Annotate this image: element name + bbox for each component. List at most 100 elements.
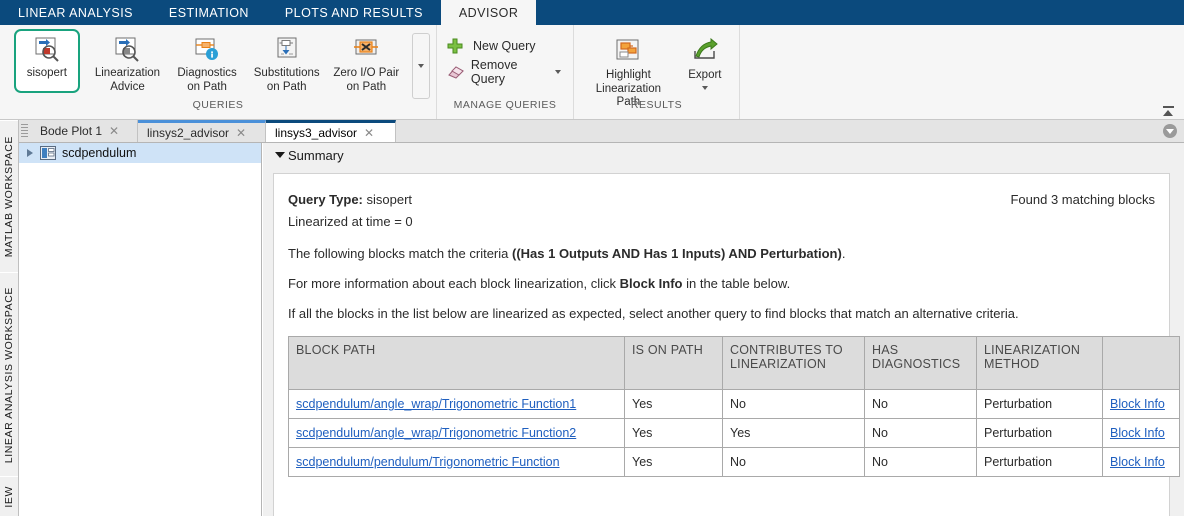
alternative-criteria-paragraph: If all the blocks in the list below are …: [288, 306, 1019, 321]
ribbon: sisopert Linearization Advice Diagnostic…: [0, 25, 1184, 120]
cell-is-on-path: Yes: [624, 389, 723, 419]
tab-advisor-label: ADVISOR: [458, 5, 519, 20]
export-button[interactable]: Export: [677, 31, 733, 94]
close-icon[interactable]: ✕: [236, 126, 246, 140]
close-icon[interactable]: ✕: [109, 124, 119, 138]
ribbon-group-results-title: RESULTS: [630, 99, 683, 111]
results-buttons: Highlight Linearization Path Export: [574, 25, 739, 108]
new-query-label: New Query: [473, 39, 536, 53]
sidebar-item-view-label: IEW: [3, 486, 15, 508]
column-header-is-on-path[interactable]: IS ON PATH: [624, 336, 723, 390]
block-info-paragraph-post: in the table below.: [682, 276, 791, 291]
tree-item-scdpendulum-label: scdpendulum: [62, 146, 137, 160]
query-button-linearization-advice[interactable]: Linearization Advice: [88, 29, 168, 98]
simulink-model-icon: [40, 146, 56, 160]
tab-overflow-triangle: [1166, 128, 1174, 134]
close-icon[interactable]: ✕: [364, 126, 374, 140]
summary-section-header[interactable]: Summary: [263, 143, 1184, 167]
doc-tab-bode-plot-1[interactable]: Bode Plot 1 ✕: [31, 120, 138, 142]
query-button-zero-io-pair-on-path[interactable]: Zero I/O Pair on Path: [327, 29, 407, 98]
linearization-advice-icon: [113, 36, 141, 62]
block-path-link[interactable]: scdpendulum/angle_wrap/Trigonometric Fun…: [296, 426, 576, 440]
column-header-contributes-to-linearization[interactable]: CONTRIBUTES TO LINEARIZATION: [722, 336, 865, 390]
cell-is-on-path: Yes: [624, 447, 723, 477]
eraser-icon: [447, 64, 467, 80]
query-button-zero-io-pair-on-path-label: Zero I/O Pair on Path: [333, 67, 400, 93]
queries-overflow-button[interactable]: [412, 33, 431, 99]
cell-contributes: No: [722, 447, 865, 477]
ribbon-groups: sisopert Linearization Advice Diagnostic…: [0, 25, 740, 119]
column-header-actions[interactable]: [1102, 336, 1180, 390]
query-type-row: Query Type: sisopert Found 3 matching bl…: [288, 192, 1155, 207]
block-info-paragraph-pre: For more information about each block li…: [288, 276, 620, 291]
sidebar-item-linear-analysis-workspace[interactable]: LINEAR ANALYSIS WORKSPACE: [0, 272, 18, 478]
query-button-diagnostics-on-path[interactable]: Diagnostics on Path: [167, 29, 247, 98]
summary-card: Query Type: sisopert Found 3 matching bl…: [273, 173, 1180, 516]
cell-linearization-method: Perturbation: [976, 418, 1103, 448]
substitutions-on-path-icon: [273, 36, 301, 62]
cell-is-on-path: Yes: [624, 418, 723, 448]
table-row[interactable]: scdpendulum/pendulum/Trigonometric Funct…: [288, 447, 1180, 477]
tab-plots-and-results[interactable]: PLOTS AND RESULTS: [267, 0, 441, 25]
query-button-linearization-advice-label: Linearization Advice: [94, 67, 161, 93]
column-header-block-path[interactable]: BLOCK PATH: [288, 336, 625, 390]
chevron-down-icon[interactable]: [701, 85, 708, 90]
drag-gripper-icon[interactable]: [21, 124, 28, 139]
sisopert-query-icon: [33, 36, 61, 62]
block-info-link[interactable]: Block Info: [1110, 455, 1165, 469]
matching-blocks-table: BLOCK PATH IS ON PATH CONTRIBUTES TO LIN…: [288, 336, 1180, 477]
cell-block-path: scdpendulum/pendulum/Trigonometric Funct…: [288, 447, 625, 477]
sidebar-item-matlab-workspace[interactable]: MATLAB WORKSPACE: [0, 120, 18, 274]
ribbon-group-manage-queries-title: MANAGE QUERIES: [453, 99, 557, 111]
cell-linearization-method: Perturbation: [976, 447, 1103, 477]
remove-query-button[interactable]: Remove Query: [447, 58, 561, 86]
query-type-value: sisopert: [366, 192, 413, 207]
block-path-link[interactable]: scdpendulum/pendulum/Trigonometric Funct…: [296, 455, 560, 469]
tab-plots-and-results-label: PLOTS AND RESULTS: [284, 5, 423, 20]
tab-linear-analysis[interactable]: LINEAR ANALYSIS: [0, 0, 151, 25]
tab-advisor[interactable]: ADVISOR: [440, 0, 537, 25]
linearized-at-time: Linearized at time = 0: [288, 214, 413, 229]
queries-buttons: sisopert Linearization Advice Diagnostic…: [0, 25, 436, 99]
query-button-substitutions-on-path-label: Substitutions on Path: [253, 67, 320, 93]
query-type-label: Query Type:: [288, 192, 363, 207]
criteria-paragraph-post: .: [841, 246, 846, 261]
column-header-has-diagnostics[interactable]: HAS DIAGNOSTICS: [864, 336, 977, 390]
cell-linearization-method: Perturbation: [976, 389, 1103, 419]
table-row[interactable]: scdpendulum/angle_wrap/Trigonometric Fun…: [288, 389, 1180, 419]
table-body: scdpendulum/angle_wrap/Trigonometric Fun…: [288, 389, 1180, 477]
table-row[interactable]: scdpendulum/angle_wrap/Trigonometric Fun…: [288, 418, 1180, 448]
cell-has-diagnostics: No: [864, 418, 977, 448]
doc-tab-linsys3-advisor-label: linsys3_advisor: [275, 125, 358, 140]
new-query-button[interactable]: New Query: [447, 33, 561, 59]
column-header-linearization-method[interactable]: LINEARIZATION METHOD: [976, 336, 1103, 390]
chevron-down-icon: [418, 64, 425, 68]
query-button-sisopert[interactable]: sisopert: [14, 29, 80, 93]
block-info-link[interactable]: Block Info: [1110, 426, 1165, 440]
left-vertical-dock: MATLAB WORKSPACE LINEAR ANALYSIS WORKSPA…: [0, 120, 19, 516]
criteria-paragraph: The following blocks match the criteria …: [288, 246, 1155, 261]
doc-tab-bode-plot-1-label: Bode Plot 1: [40, 124, 103, 138]
ribbon-tab-strip: LINEAR ANALYSIS ESTIMATION PLOTS AND RES…: [0, 0, 1184, 25]
chevron-right-icon[interactable]: [27, 149, 33, 157]
highlight-linearization-path-icon: [614, 38, 642, 64]
block-path-link[interactable]: scdpendulum/angle_wrap/Trigonometric Fun…: [296, 397, 576, 411]
tree-item-scdpendulum[interactable]: scdpendulum: [19, 143, 261, 163]
doc-tab-linsys2-advisor[interactable]: linsys2_advisor ✕: [138, 120, 266, 142]
sidebar-item-view[interactable]: IEW: [0, 476, 18, 516]
cell-block-info: Block Info: [1102, 447, 1180, 477]
doc-tab-linsys3-advisor[interactable]: linsys3_advisor ✕: [266, 120, 396, 142]
tab-estimation[interactable]: ESTIMATION: [151, 0, 267, 25]
collapse-ribbon-icon[interactable]: [1160, 102, 1176, 116]
tab-overflow-menu-icon[interactable]: [1163, 124, 1177, 138]
query-button-substitutions-on-path[interactable]: Substitutions on Path: [247, 29, 327, 98]
cell-block-path: scdpendulum/angle_wrap/Trigonometric Fun…: [288, 389, 625, 419]
ribbon-group-manage-queries: New Query Remove Query MANAGE QUERIES: [437, 25, 574, 119]
query-type: Query Type: sisopert: [288, 192, 412, 207]
block-info-link[interactable]: Block Info: [1110, 397, 1165, 411]
export-arrow-icon: [691, 38, 719, 64]
table-header: BLOCK PATH IS ON PATH CONTRIBUTES TO LIN…: [288, 336, 1180, 390]
tab-linear-analysis-label: LINEAR ANALYSIS: [18, 5, 133, 20]
cell-has-diagnostics: No: [864, 389, 977, 419]
chevron-down-icon[interactable]: [555, 70, 561, 74]
